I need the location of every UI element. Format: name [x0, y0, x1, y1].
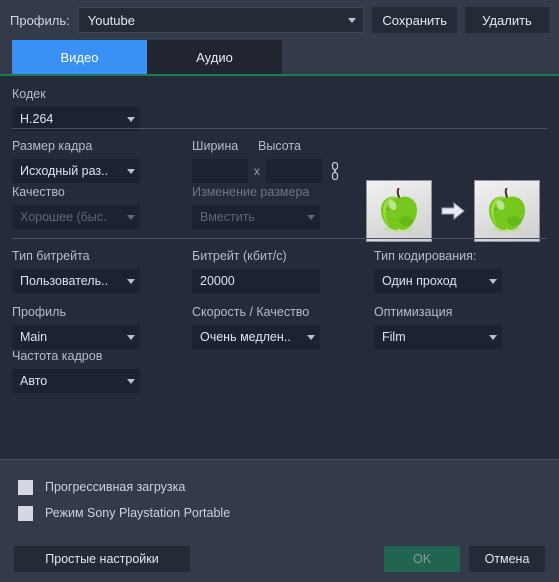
- profile-bar: Профиль: Youtube Сохранить Удалить: [0, 0, 559, 40]
- resize-label: Изменение размера: [192, 185, 310, 199]
- chevron-down-icon: [307, 325, 315, 349]
- speed-quality-dropdown[interactable]: Очень медлен..: [192, 325, 320, 349]
- preview-thumbnail-before: [366, 180, 432, 242]
- preview-thumbnail-after: [474, 180, 540, 242]
- framerate-label: Частота кадров: [12, 349, 103, 363]
- frame-size-label: Размер кадра: [12, 139, 93, 153]
- encoding-type-dropdown[interactable]: Один проход: [374, 269, 502, 293]
- optimization-dropdown-value: Film: [382, 330, 406, 344]
- resize-preview: [366, 180, 540, 242]
- tab-video-label: Видео: [60, 49, 99, 65]
- chevron-down-icon: [127, 269, 135, 293]
- bitrate-input[interactable]: [192, 269, 320, 293]
- chevron-down-icon: [127, 369, 135, 393]
- speed-quality-field: Скорость / Качество Очень медлен..: [192, 304, 320, 349]
- bitrate-type-dropdown-value: Пользователь..: [20, 274, 109, 288]
- options-panel: Прогрессивная загрузка Режим Sony Playst…: [0, 459, 559, 536]
- bitrate-field: Битрейт (кбит/с): [192, 248, 320, 293]
- checkbox-progressive-download[interactable]: Прогрессивная загрузка: [18, 474, 559, 500]
- dimensions-field: Ширина Высота x: [192, 138, 342, 183]
- simple-settings-button[interactable]: Простые настройки: [14, 546, 190, 572]
- divider: [12, 238, 547, 239]
- checkbox-label: Режим Sony Playstation Portable: [45, 506, 231, 520]
- optimization-label: Оптимизация: [374, 305, 453, 319]
- chevron-down-icon: [127, 205, 135, 229]
- tab-video[interactable]: Видео: [12, 40, 147, 74]
- codec-field: Кодек H.264: [12, 86, 140, 131]
- frame-size-field: Размер кадра Исходный раз..: [12, 138, 140, 183]
- width-input[interactable]: [192, 159, 248, 183]
- chevron-down-icon: [341, 8, 363, 32]
- apple-icon: [489, 188, 525, 233]
- checkbox-label: Прогрессивная загрузка: [45, 480, 186, 494]
- chevron-down-icon: [127, 325, 135, 349]
- export-settings-dialog: Профиль: Youtube Сохранить Удалить Видео…: [0, 0, 559, 582]
- profile-dropdown[interactable]: Youtube: [77, 7, 365, 33]
- chevron-down-icon: [127, 159, 135, 183]
- bitrate-type-field: Тип битрейта Пользователь..: [12, 248, 140, 293]
- video-profile-label: Профиль: [12, 305, 66, 319]
- quality-dropdown: Хорошее (быс.: [12, 205, 140, 229]
- encoding-type-dropdown-value: Один проход: [382, 274, 457, 288]
- framerate-field: Частота кадров Авто: [12, 348, 140, 393]
- divider: [12, 128, 547, 129]
- bitrate-type-dropdown[interactable]: Пользователь..: [12, 269, 140, 293]
- checkbox-box[interactable]: [18, 479, 33, 495]
- resize-field: Изменение размера Вместить: [192, 184, 320, 229]
- quality-field: Качество Хорошее (быс.: [12, 184, 140, 229]
- checkbox-box[interactable]: [18, 505, 33, 521]
- frame-size-dropdown-value: Исходный раз..: [20, 164, 109, 178]
- quality-label: Качество: [12, 185, 65, 199]
- tab-audio-label: Аудио: [196, 49, 233, 65]
- speed-quality-label: Скорость / Качество: [192, 305, 310, 319]
- frame-size-dropdown[interactable]: Исходный раз..: [12, 159, 140, 183]
- resize-dropdown: Вместить: [192, 205, 320, 229]
- quality-dropdown-value: Хорошее (быс.: [20, 210, 107, 224]
- dimension-separator: x: [254, 164, 260, 178]
- framerate-dropdown[interactable]: Авто: [12, 369, 140, 393]
- footer-actions: OK Отмена: [384, 546, 545, 572]
- framerate-dropdown-value: Авто: [20, 374, 48, 388]
- encoding-type-field: Тип кодирования: Один проход: [374, 248, 502, 293]
- video-profile-dropdown[interactable]: Main: [12, 325, 140, 349]
- tab-bar: Видео Аудио: [0, 40, 559, 74]
- cancel-button[interactable]: Отмена: [469, 546, 545, 572]
- bitrate-type-label: Тип битрейта: [12, 249, 90, 263]
- chevron-down-icon: [489, 269, 497, 293]
- speed-quality-dropdown-value: Очень медлен..: [200, 330, 291, 344]
- video-profile-field: Профиль Main: [12, 304, 140, 349]
- delete-profile-button[interactable]: Удалить: [465, 7, 549, 33]
- bitrate-label: Битрейт (кбит/с): [192, 249, 287, 263]
- arrow-right-icon: [441, 201, 465, 221]
- video-profile-dropdown-value: Main: [20, 330, 48, 344]
- chevron-down-icon: [307, 205, 315, 229]
- encoding-type-label: Тип кодирования:: [374, 249, 477, 263]
- profile-label: Профиль:: [10, 12, 70, 28]
- chain-link-icon[interactable]: [328, 161, 342, 181]
- profile-dropdown-value: Youtube: [87, 12, 135, 28]
- apple-icon: [381, 188, 417, 233]
- optimization-dropdown[interactable]: Film: [374, 325, 502, 349]
- resize-dropdown-value: Вместить: [200, 210, 255, 224]
- optimization-field: Оптимизация Film: [374, 304, 502, 349]
- codec-dropdown-value: H.264: [20, 112, 54, 126]
- width-label: Ширина: [192, 139, 239, 153]
- chevron-down-icon: [489, 325, 497, 349]
- height-input[interactable]: [266, 159, 322, 183]
- ok-button[interactable]: OK: [384, 546, 460, 572]
- codec-label: Кодек: [12, 87, 46, 101]
- save-profile-button[interactable]: Сохранить: [372, 7, 457, 33]
- dialog-footer: Простые настройки OK Отмена: [0, 536, 559, 582]
- checkbox-psp-mode[interactable]: Режим Sony Playstation Portable: [18, 500, 559, 526]
- video-settings-panel: Кодек H.264 Размер кадра Исходный раз.. …: [0, 76, 559, 459]
- height-label: Высота: [258, 139, 301, 153]
- tab-audio[interactable]: Аудио: [147, 40, 282, 74]
